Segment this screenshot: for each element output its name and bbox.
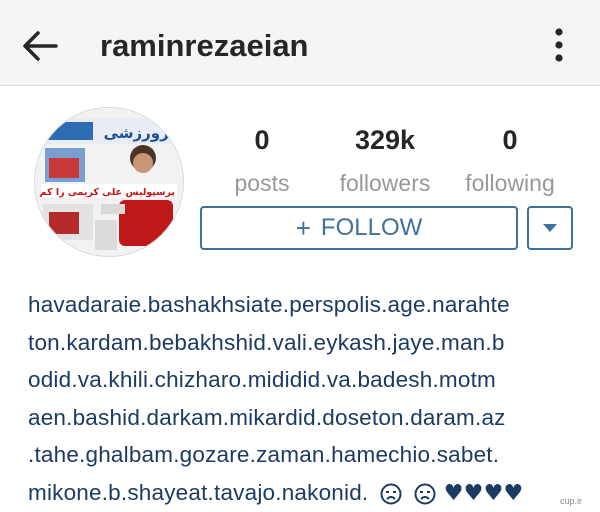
caret-down-icon [542, 222, 558, 234]
bio-line: odid.va.khili.chizharo.mididid.va.badesh… [28, 361, 588, 399]
bio-line: .tahe.ghalbam.gozare.zaman.hamechio.sabe… [28, 436, 588, 474]
posts-count: 0 [197, 124, 327, 156]
arrow-left-icon [22, 30, 58, 62]
options-menu-button[interactable] [552, 26, 566, 66]
followers-label: followers [320, 170, 450, 196]
plus-icon: + [296, 213, 311, 244]
following-label: following [445, 170, 575, 196]
bio-line: aen.bashid.darkam.mikardid.doseton.daram… [28, 399, 588, 437]
bio-line: mikone.b.shayeat.tavajo.nakonid. [28, 480, 368, 505]
avatar-headline: پرسپولیس علی کریمی را کم دارد [35, 187, 175, 198]
bio-line: ton.kardam.bebakhshid.vali.eykash.jaye.m… [28, 324, 588, 362]
crying-face-icon [413, 483, 437, 505]
newspaper-cover-image: خبرورزشی پرسپولیس علی کریمی را کم دارد [35, 108, 183, 256]
bio-line: havadaraie.bashakhsiate.perspolis.age.na… [28, 286, 588, 324]
bio-last-line: mikone.b.shayeat.tavajo.nakonid. ♥♥♥♥ [28, 474, 588, 512]
crying-face-icon [379, 483, 403, 505]
stat-followers[interactable]: 329k followers [320, 124, 450, 196]
follow-button[interactable]: + FOLLOW [200, 206, 518, 250]
top-app-bar: raminrezaeian [0, 0, 600, 86]
stat-following[interactable]: 0 following [445, 124, 575, 196]
back-button[interactable] [22, 30, 58, 62]
avatar[interactable]: خبرورزشی پرسپولیس علی کریمی را کم دارد [34, 107, 184, 257]
suggestions-dropdown-button[interactable] [527, 206, 573, 250]
avatar-masthead: خبرورزشی [104, 124, 183, 142]
follow-button-label: FOLLOW [321, 214, 422, 242]
profile-username: raminrezaeian [100, 28, 309, 64]
stat-posts[interactable]: 0 posts [197, 124, 327, 196]
following-count: 0 [445, 124, 575, 156]
vertical-dots-icon [552, 26, 566, 66]
hearts-emoji: ♥♥♥♥ [444, 481, 524, 506]
profile-bio: havadaraie.bashakhsiate.perspolis.age.na… [28, 286, 588, 512]
posts-label: posts [197, 170, 327, 196]
followers-count: 329k [320, 124, 450, 156]
watermark: cup.ir [560, 496, 582, 506]
